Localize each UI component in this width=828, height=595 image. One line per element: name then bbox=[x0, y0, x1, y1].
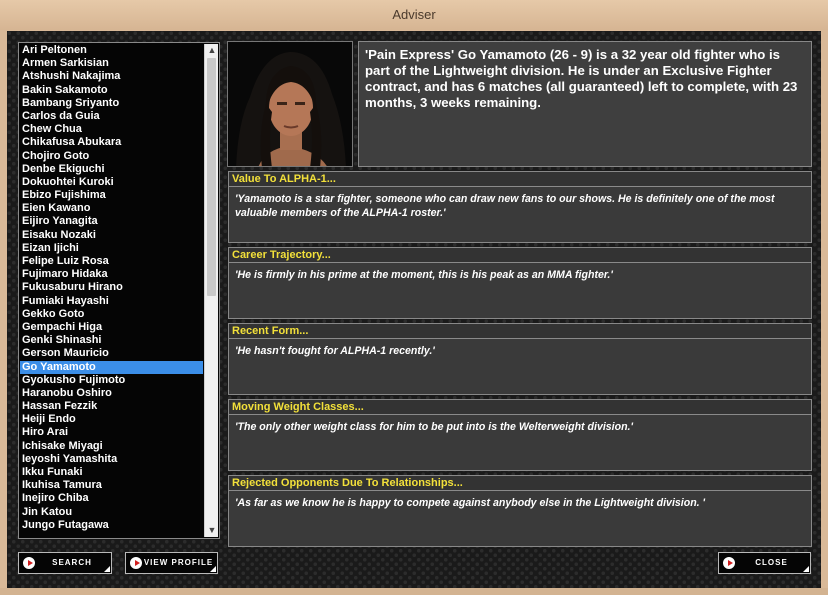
fighter-list-item[interactable]: Ichisake Miyagi bbox=[20, 440, 203, 453]
view-profile-button[interactable]: VIEW PROFILE bbox=[125, 552, 218, 574]
close-button-label: CLOSE bbox=[755, 558, 788, 567]
section-recent-form: Recent Form... 'He hasn't fought for ALP… bbox=[228, 323, 812, 395]
fighter-list-item[interactable]: Genki Shinashi bbox=[20, 334, 203, 347]
section-moving-weight-classes-text: 'The only other weight class for him to … bbox=[235, 421, 634, 433]
fighter-list-item[interactable]: Fumiaki Hayashi bbox=[20, 295, 203, 308]
fighter-list-item[interactable]: Fujimaro Hidaka bbox=[20, 268, 203, 281]
red-play-icon bbox=[23, 557, 35, 569]
fighter-list-item[interactable]: Eizan Ijichi bbox=[20, 242, 203, 255]
scroll-up-arrow-icon[interactable]: ▲ bbox=[205, 44, 219, 57]
fighter-list-item[interactable]: Bakin Sakamoto bbox=[20, 84, 203, 97]
fighter-list-item[interactable]: Gekko Goto bbox=[20, 308, 203, 321]
section-value-text: 'Yamamoto is a star fighter, someone who… bbox=[235, 193, 775, 219]
red-play-icon bbox=[723, 557, 735, 569]
close-button[interactable]: CLOSE bbox=[718, 552, 811, 574]
fighter-list-item[interactable]: Ieyoshi Yamashita bbox=[20, 453, 203, 466]
view-profile-button-label: VIEW PROFILE bbox=[143, 558, 214, 567]
fighter-list-scrollbar[interactable]: ▲ ▼ bbox=[204, 44, 218, 537]
window-title: Adviser bbox=[392, 7, 436, 22]
fighter-list-item[interactable]: Chikafusa Abukara bbox=[20, 136, 203, 149]
section-career-trajectory: Career Trajectory... 'He is firmly in hi… bbox=[228, 247, 812, 319]
fighter-list-item[interactable]: Ikku Funaki bbox=[20, 466, 203, 479]
fighter-list-item[interactable]: Fukusaburu Hirano bbox=[20, 281, 203, 294]
red-play-icon bbox=[130, 557, 142, 569]
fighter-list-item[interactable]: Go Yamamoto bbox=[20, 360, 203, 374]
fighter-list-item[interactable]: Denbe Ekiguchi bbox=[20, 163, 203, 176]
fighter-list-item[interactable]: Eisaku Nozaki bbox=[20, 229, 203, 242]
fighter-list-item[interactable]: Hiro Arai bbox=[20, 426, 203, 439]
fighter-list-item[interactable]: Eijiro Yanagita bbox=[20, 215, 203, 228]
fighter-list-item[interactable]: Felipe Luiz Rosa bbox=[20, 255, 203, 268]
fighter-list-item[interactable]: Gempachi Higa bbox=[20, 321, 203, 334]
fighter-list-item[interactable]: Haranobu Oshiro bbox=[20, 387, 203, 400]
section-career-trajectory-title: Career Trajectory... bbox=[229, 248, 811, 263]
fighter-list-item[interactable]: Hassan Fezzik bbox=[20, 400, 203, 413]
section-rejected-opponents: Rejected Opponents Due To Relationships.… bbox=[228, 475, 812, 547]
fighter-list-item[interactable]: Gyokusho Fujimoto bbox=[20, 374, 203, 387]
window-titlebar: Adviser bbox=[0, 0, 828, 30]
fighter-list-item[interactable]: Jungo Futagawa bbox=[20, 519, 203, 532]
section-rejected-opponents-text: 'As far as we know he is happy to compet… bbox=[235, 497, 706, 509]
scroll-thumb[interactable] bbox=[207, 58, 216, 296]
fighter-bio: 'Pain Express' Go Yamamoto (26 - 9) is a… bbox=[358, 41, 812, 167]
section-rejected-opponents-title: Rejected Opponents Due To Relationships.… bbox=[229, 476, 811, 491]
fighter-list-item[interactable]: Carlos da Guia bbox=[20, 110, 203, 123]
fighter-list-item[interactable]: Dokuohtei Kuroki bbox=[20, 176, 203, 189]
fighter-list-item[interactable]: Heiji Endo bbox=[20, 413, 203, 426]
fighter-list-item[interactable]: Ikuhisa Tamura bbox=[20, 479, 203, 492]
fighter-list-item[interactable]: Chew Chua bbox=[20, 123, 203, 136]
fighter-list-item[interactable]: Armen Sarkisian bbox=[20, 57, 203, 70]
section-moving-weight-classes: Moving Weight Classes... 'The only other… bbox=[228, 399, 812, 471]
fighter-portrait bbox=[227, 41, 353, 167]
window-bottom-border bbox=[0, 588, 828, 595]
fighter-list-item[interactable]: Bambang Sriyanto bbox=[20, 97, 203, 110]
fighter-list-item[interactable]: Inejiro Chiba bbox=[20, 492, 203, 505]
fighter-list-item[interactable]: Jin Katou bbox=[20, 506, 203, 519]
section-value: Value To ALPHA-1... 'Yamamoto is a star … bbox=[228, 171, 812, 243]
fighter-list-item[interactable]: Ebizo Fujishima bbox=[20, 189, 203, 202]
fighter-list-item[interactable]: Ari Peltonen bbox=[20, 44, 203, 57]
fighter-list-item[interactable]: Atshushi Nakajima bbox=[20, 70, 203, 83]
fighter-bio-text: 'Pain Express' Go Yamamoto (26 - 9) is a… bbox=[365, 47, 798, 110]
fighter-list[interactable]: Ari Peltonen Armen Sarkisian Atshushi Naka… bbox=[20, 44, 203, 537]
section-value-title: Value To ALPHA-1... bbox=[229, 172, 811, 187]
section-career-trajectory-text: 'He is firmly in his prime at the moment… bbox=[235, 269, 613, 281]
section-recent-form-title: Recent Form... bbox=[229, 324, 811, 339]
search-button[interactable]: SEARCH bbox=[18, 552, 112, 574]
fighter-list-item[interactable]: Chojiro Goto bbox=[20, 150, 203, 163]
corner-triangle-icon bbox=[210, 566, 216, 572]
section-moving-weight-classes-title: Moving Weight Classes... bbox=[229, 400, 811, 415]
section-recent-form-text: 'He hasn't fought for ALPHA-1 recently.' bbox=[235, 345, 435, 357]
corner-triangle-icon bbox=[104, 566, 110, 572]
corner-triangle-icon bbox=[803, 566, 809, 572]
fighter-list-item[interactable]: Gerson Mauricio bbox=[20, 347, 203, 360]
fighter-list-item[interactable]: Eien Kawano bbox=[20, 202, 203, 215]
search-button-label: SEARCH bbox=[52, 558, 92, 567]
fighter-list-panel: Ari Peltonen Armen Sarkisian Atshushi Naka… bbox=[18, 42, 220, 539]
scroll-down-arrow-icon[interactable]: ▼ bbox=[205, 524, 219, 537]
fighter-portrait-image bbox=[228, 42, 352, 166]
